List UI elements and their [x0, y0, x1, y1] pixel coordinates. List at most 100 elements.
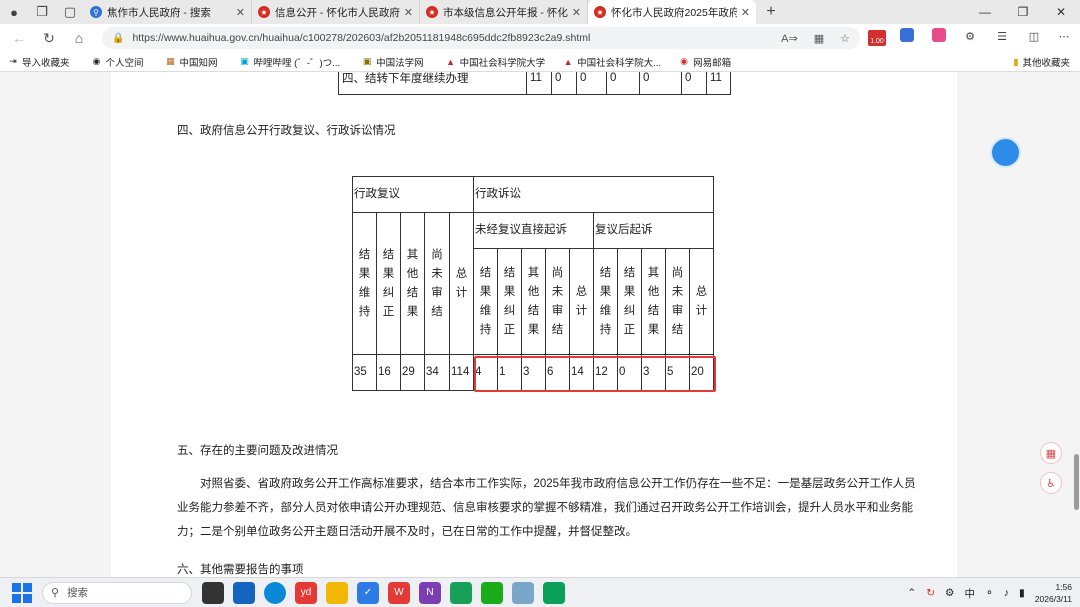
address-bar[interactable]: 🔒 https://www.huaihua.gov.cn/huaihua/c10… [102, 27, 860, 49]
favorites-list-icon[interactable]: ☰ [994, 28, 1010, 44]
vertical-tabs-icon[interactable]: ▢ [56, 0, 84, 24]
scrollbar-thumb[interactable] [1074, 454, 1079, 510]
workspaces-icon[interactable]: ❐ [28, 0, 56, 24]
bookmark-law[interactable]: ▣ 中国法学网 [362, 55, 424, 69]
tab-info-disclosure[interactable]: ★ 信息公开 - 怀化市人民政府 ✕ [252, 0, 420, 24]
refresh-button[interactable]: ↻ [34, 24, 64, 52]
col-after-total: 总计 [689, 248, 714, 355]
extensions-puzzle-icon[interactable]: ⚙ [962, 28, 978, 44]
monitor-app-icon[interactable] [543, 581, 565, 604]
collections-icon[interactable]: ◫ [1026, 28, 1042, 44]
table-cell: 0 [551, 72, 577, 95]
widgets-icon[interactable] [233, 581, 255, 604]
bookmark-netease-mail[interactable]: ◉ 网易邮箱 [679, 55, 731, 69]
col-review-upheld: 结果维持 [352, 212, 377, 355]
bookmark-label: 中国知网 [179, 57, 218, 69]
tab-close-icon[interactable]: ✕ [741, 6, 750, 19]
edge-browser-icon[interactable] [264, 581, 286, 604]
system-tray: ⌃ ↻ ⚙ 中 ⚬ ♪ ▮ 1:56 2026/3/11 [907, 578, 1072, 607]
volume-icon[interactable]: ♪ [1004, 587, 1009, 599]
bookmark-cass-2[interactable]: ▲ 中国社会科学院大... [563, 55, 661, 69]
tab-close-icon[interactable]: ✕ [236, 6, 245, 19]
wps-icon[interactable]: W [388, 581, 410, 604]
sync-icon[interactable]: ↻ [926, 587, 935, 599]
clock-time: 1:56 [1055, 582, 1072, 592]
read-aloud-icon[interactable]: A⇒ [781, 32, 798, 45]
minimize-icon[interactable]: — [966, 0, 1004, 24]
extension-pink-icon[interactable] [932, 28, 946, 42]
youdao-icon[interactable]: yd [295, 581, 317, 604]
bookmark-label: 网易邮箱 [693, 57, 732, 69]
bookmark-cnki[interactable]: ▦ 中国知网 [166, 55, 218, 69]
bookmark-bilibili[interactable]: ▣ 哔哩哔哩 (゜-゜)つ... [240, 55, 340, 69]
more-menu-icon[interactable]: ⋯ [1056, 28, 1072, 44]
task-view-icon[interactable] [202, 581, 224, 604]
bookmark-cass-1[interactable]: ▲ 中国社会科学院大学 [446, 55, 545, 69]
extension-badge-icon[interactable]: 1.00 [868, 30, 886, 46]
window-controls: — ❐ ✕ [966, 0, 1080, 24]
home-button[interactable]: ⌂ [64, 24, 94, 52]
folder-icon: ▮ [1013, 56, 1019, 68]
cnki-icon: ▦ [166, 56, 175, 66]
tab-label: 信息公开 - 怀化市人民政府 [275, 6, 400, 19]
start-windows-icon[interactable] [10, 581, 34, 605]
todo-icon[interactable]: ✓ [357, 581, 379, 604]
accessibility-icon[interactable]: ♿ [1040, 472, 1062, 494]
tab-strip: ● ❐ ▢ ⚲ 焦作市人民政府 - 搜索 ✕ ★ 信息公开 - 怀化市人民政府 … [0, 0, 1080, 24]
file-explorer-icon[interactable] [326, 581, 348, 604]
cass-icon: ▲ [563, 56, 573, 67]
battery-icon[interactable]: ▮ [1019, 587, 1025, 599]
table-cell: 6 [545, 354, 570, 391]
favorite-star-icon[interactable]: ☆ [840, 32, 850, 45]
table-cell: 114 [449, 354, 474, 391]
other-bookmarks[interactable]: ▮ 其他收藏夹 [1013, 52, 1070, 72]
clock[interactable]: 1:56 2026/3/11 [1035, 581, 1072, 605]
tab-close-icon[interactable]: ✕ [404, 6, 413, 19]
show-hidden-icons-icon[interactable]: ⌃ [907, 587, 916, 599]
table-cell: 0 [606, 72, 640, 95]
previous-table-fragment: 四、结转下年度继续办理 11 0 0 0 0 0 11 [338, 72, 731, 95]
taskbar-search[interactable]: ⚲ 搜索 [42, 581, 192, 604]
lock-icon[interactable]: 🔒 [112, 33, 124, 44]
table-cell: 12 [593, 354, 618, 391]
table-cell: 0 [617, 354, 642, 391]
col-review-total: 总计 [449, 212, 474, 355]
navigation-bar: ← ↻ ⌂ 🔒 https://www.huaihua.gov.cn/huaih… [0, 24, 1080, 52]
wechat-icon[interactable] [481, 581, 503, 604]
back-button[interactable]: ← [4, 24, 34, 52]
profile-icon[interactable]: ● [0, 0, 28, 24]
mail-icon: ◉ [680, 56, 688, 66]
bookmark-personal-space[interactable]: ◉ 个人空间 [92, 55, 144, 69]
tab-close-icon[interactable]: ✕ [572, 6, 581, 19]
network-app-icon[interactable] [512, 581, 534, 604]
ime-indicator[interactable]: 中 [964, 586, 975, 601]
review-litigation-table: 行政复议 行政诉讼 结果维持 结果纠正 其他结果 尚未审结 总计 未经复议直接起… [352, 176, 714, 391]
emblem-favicon-icon: ★ [594, 6, 606, 18]
other-bookmarks-label: 其他收藏夹 [1022, 58, 1070, 69]
tab-jiaozuo-search[interactable]: ⚲ 焦作市人民政府 - 搜索 ✕ [84, 0, 252, 24]
new-tab-button[interactable]: + [756, 3, 786, 21]
page-tools-icon[interactable]: ▦ [1040, 442, 1062, 464]
onenote-icon[interactable]: N [419, 581, 441, 604]
tab-current-report[interactable]: ★ 怀化市人民政府2025年政府信息公 ✕ [588, 0, 756, 24]
microphone-icon[interactable]: ⚙ [945, 587, 954, 599]
col-review-pending: 尚未审结 [424, 212, 450, 355]
table-cell: 34 [424, 354, 450, 391]
extension-blue-icon[interactable] [900, 28, 914, 42]
search-icon: ⚲ [51, 587, 60, 599]
restore-icon[interactable]: ❐ [1004, 0, 1042, 24]
floating-assistant-icon[interactable] [990, 137, 1021, 168]
table-cell: 16 [376, 354, 401, 391]
tab-annual-report[interactable]: ★ 市本级信息公开年报 - 怀化市人民 ✕ [420, 0, 588, 24]
table-cell: 0 [639, 72, 682, 95]
table-cell: 11 [706, 72, 731, 95]
app-available-icon[interactable]: ▦ [814, 32, 824, 45]
header-direct-suit: 未经复议直接起诉 [473, 212, 594, 249]
emblem-favicon-icon: ★ [258, 6, 270, 18]
wifi-icon[interactable]: ⚬ [985, 587, 994, 599]
bookmark-import[interactable]: ⇥ 导入收藏夹 [8, 55, 69, 69]
table-cell: 1 [497, 354, 522, 391]
close-window-icon[interactable]: ✕ [1042, 0, 1080, 24]
col-after-other: 其他结果 [641, 248, 666, 355]
phone-link-icon[interactable] [450, 581, 472, 604]
